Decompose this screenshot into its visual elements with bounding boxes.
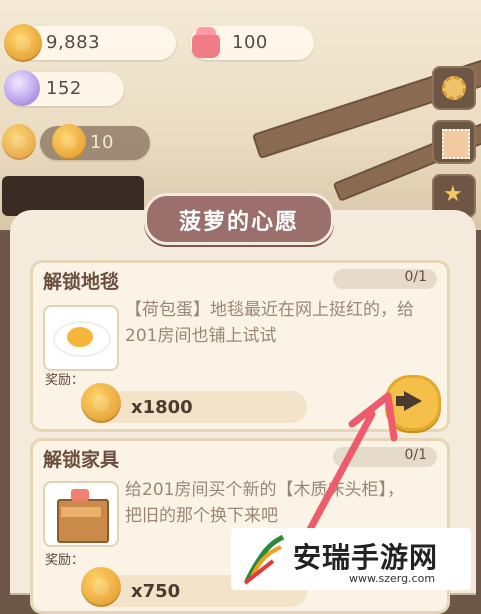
quest-description: 给201房间买个新的【木质床头柜】， 把旧的那个换下来吧: [125, 477, 435, 529]
reward-amount: x1800: [131, 397, 193, 418]
quest-description-line: 201房间也铺上试试: [125, 326, 277, 346]
reward-amount: x750: [131, 581, 181, 602]
cake-amount: 100: [232, 32, 268, 53]
reward-label: 奖励：: [45, 373, 85, 388]
quest-card[interactable]: 解锁地毯 0/1 【荷包蛋】地毯最近在网上挺红的，给 201房间也铺上试试 奖励…: [30, 260, 450, 432]
gem-counter[interactable]: 152: [4, 70, 124, 106]
token-amount: 10: [90, 132, 114, 153]
watermark: 安瑞手游网 www.szerg.com: [231, 528, 471, 590]
quest-progress-text: 0/1: [404, 447, 427, 463]
sun-icon: [2, 124, 36, 160]
gem-amount: 152: [46, 78, 82, 99]
dialog-title: 菠萝的心愿: [178, 210, 299, 235]
quest-description-line: 【荷包蛋】地毯最近在网上挺红的，给: [125, 300, 414, 320]
fried-egg-rug-icon: [43, 305, 119, 371]
dialog-title-plate: 菠萝的心愿: [144, 193, 334, 245]
settings-gear-button[interactable]: [432, 66, 476, 110]
coin-amount: 9,883: [46, 32, 101, 53]
watermark-url: www.szerg.com: [349, 572, 436, 585]
coin-icon: [4, 24, 42, 62]
coin-icon: [81, 383, 121, 423]
quest-title: 解锁家具: [43, 449, 120, 471]
watermark-name: 安瑞手游网: [293, 541, 439, 574]
postcard-button[interactable]: [432, 120, 476, 164]
quest-progress-bar: 0/1: [333, 269, 437, 289]
cake-icon: [192, 27, 220, 58]
quest-progress-bar: 0/1: [333, 447, 437, 467]
arrow-right-icon: [404, 391, 422, 411]
star-icon: ★: [443, 182, 463, 207]
coin-counter[interactable]: 9,883: [4, 24, 176, 62]
quest-description-line: 给201房间买个新的【木质床头柜】，: [125, 480, 404, 500]
quest-title: 解锁地毯: [43, 271, 120, 293]
gem-icon: [4, 70, 40, 106]
quest-description-line: 把旧的那个换下来吧: [125, 506, 278, 526]
quest-description: 【荷包蛋】地毯最近在网上挺红的，给 201房间也铺上试试: [125, 297, 435, 349]
quest-progress-text: 0/1: [404, 269, 427, 285]
cake-counter[interactable]: 100: [190, 26, 314, 60]
coin-icon: [81, 567, 121, 607]
wooden-nightstand-icon: [43, 481, 119, 547]
token-counter[interactable]: 10: [40, 124, 150, 160]
watermark-logo: [243, 534, 285, 585]
go-button[interactable]: [385, 375, 441, 431]
stamp-icon: [442, 129, 470, 159]
gear-icon: [442, 76, 466, 100]
reward-label: 奖励：: [45, 553, 85, 568]
token-icon: [52, 124, 86, 160]
